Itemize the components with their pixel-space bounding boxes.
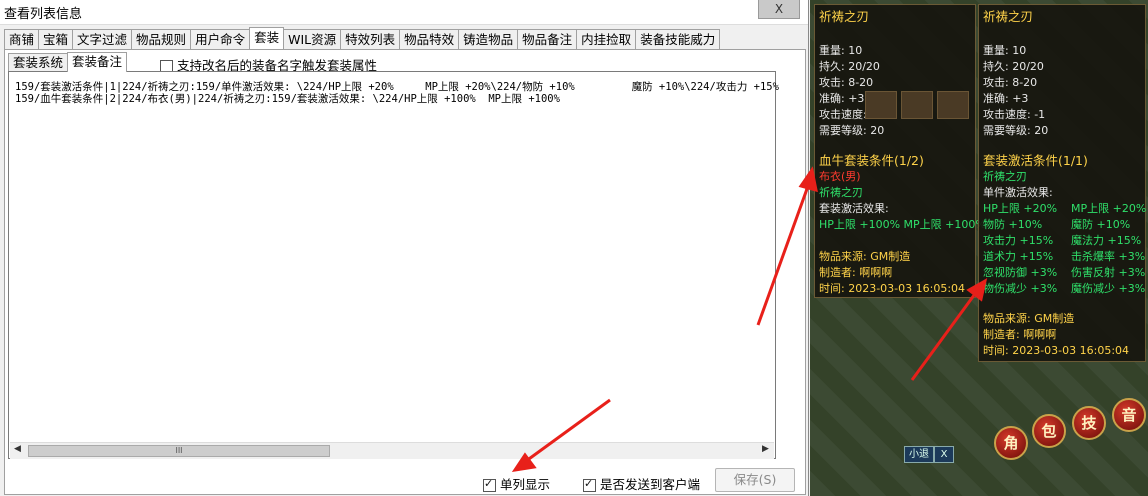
annotation-arrow	[756, 174, 814, 326]
annotation-arrows	[511, 166, 988, 473]
annotation-arrow	[910, 286, 982, 381]
arrow-head-icon	[798, 166, 818, 193]
subtab-1[interactable]: 套装备注	[67, 52, 128, 72]
tab-5[interactable]: 套装	[249, 27, 285, 49]
annotation-arrow	[521, 398, 611, 466]
